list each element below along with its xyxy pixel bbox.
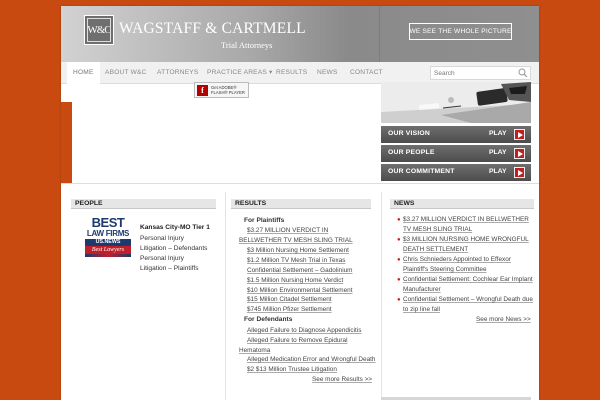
badge-best-lawyers: Best Lawyers <box>85 246 131 254</box>
best-law-firms-badge[interactable]: BEST LAW FIRMS US.NEWS Best Lawyers <box>85 215 131 269</box>
promo-our-commitment[interactable]: OUR COMMITMENT PLAY <box>381 164 531 181</box>
result-link[interactable]: Confidential Settlement – Gadolinium <box>247 266 353 276</box>
result-link[interactable]: $3 Million Nursing Home Settlement <box>247 246 349 256</box>
nav-about[interactable]: ABOUT W&C <box>105 62 147 84</box>
result-link[interactable]: Alleged Failure to Remove Epidural Hemat… <box>239 336 371 356</box>
nav-home[interactable]: HOME <box>67 62 100 84</box>
practice-item: Personal Injury Litigation – Defendants <box>140 235 208 252</box>
result-link[interactable]: $1.5 Million Nursing Home Verdict <box>247 276 343 286</box>
nav-attorneys[interactable]: ATTORNEYS <box>157 62 199 84</box>
result-link[interactable]: $745 Million Pfizer Settlement <box>247 305 332 315</box>
logo-mark[interactable]: W&C <box>84 15 114 45</box>
divider <box>61 183 539 184</box>
news-item[interactable]: ● $3.27 MILLION VERDICT IN BELLWETHER TV … <box>397 215 534 235</box>
site-header: W&C WAGSTAFF & CARTMELL Trial Attorneys … <box>61 6 539 62</box>
ranking-region: Kansas City-MO Tier 1 <box>140 224 210 231</box>
news-item-text[interactable]: Chris Schnieders Appointed to Effexor Pl… <box>403 256 511 273</box>
badge-best: BEST <box>91 215 125 230</box>
news-item[interactable]: ● Confidential Settlement: Cochlear Ear I… <box>397 275 534 295</box>
promo-play-label: PLAY <box>489 130 507 137</box>
play-icon[interactable] <box>514 129 525 140</box>
search-icon[interactable] <box>518 68 528 78</box>
badge-usnews: US.NEWS <box>85 239 131 246</box>
see-more-results-link[interactable]: See more Results >> <box>312 376 372 383</box>
news-item[interactable]: ● Chris Schnieders Appointed to Effexor P… <box>397 255 534 275</box>
result-link[interactable]: $1.2 Million TV Mesh Trial in Texas <box>247 256 346 266</box>
hero-photo <box>381 82 531 123</box>
column-divider <box>381 192 382 400</box>
header-divider <box>379 6 380 62</box>
play-icon[interactable] <box>514 167 525 178</box>
promo-our-vision[interactable]: OUR VISION PLAY <box>381 126 531 143</box>
news-item[interactable]: ● $3 MILLION NURSING HOME WRONGFUL DEATH … <box>397 235 534 255</box>
people-header: PEOPLE <box>71 199 216 209</box>
bullet-icon: ● <box>397 277 401 283</box>
news-item[interactable]: ● Confidential Settlement – Wrongful Deat… <box>397 295 534 315</box>
bullet-icon: ● <box>397 217 401 223</box>
nav-news[interactable]: NEWS <box>317 62 338 84</box>
result-link[interactable]: $3.27 MILLION VERDICT IN BELLWETHER TV M… <box>239 226 371 246</box>
promo-label: OUR VISION <box>388 130 431 137</box>
news-item-text[interactable]: $3 MILLION NURSING HOME WRONGFUL DEATH S… <box>403 236 529 253</box>
result-link[interactable]: Alleged Failure to Diagnose Appendicitis <box>247 326 361 336</box>
accent-bar <box>61 102 72 183</box>
search-input[interactable] <box>431 67 515 79</box>
see-more-news-link[interactable]: See more News >> <box>476 316 531 323</box>
main-nav: HOME ABOUT W&C ATTORNEYS PRACTICE AREAS … <box>61 62 539 84</box>
badge-stripe <box>85 254 131 257</box>
promo-our-people[interactable]: OUR PEOPLE PLAY <box>381 145 531 162</box>
result-link[interactable]: $2 $13 Million Trustee Litigation <box>247 365 337 375</box>
promo-play-label: PLAY <box>489 149 507 156</box>
firm-subtitle: Trial Attorneys <box>221 40 273 50</box>
search-box <box>430 66 531 80</box>
tagline-box: WE SEE THE WHOLE PICTURE <box>409 23 512 40</box>
badge-law-firms: LAW FIRMS <box>86 229 130 238</box>
results-header: RESULTS <box>231 199 371 209</box>
bullet-icon: ● <box>397 237 401 243</box>
desk-photo-image <box>381 82 531 123</box>
promo-play-label: PLAY <box>489 168 507 175</box>
practice-item: Personal Injury Litigation – Plaintiffs <box>140 255 199 272</box>
news-header: NEWS <box>390 199 534 209</box>
firm-name[interactable]: WAGSTAFF & CARTMELL <box>119 20 306 38</box>
news-item-text[interactable]: Confidential Settlement: Cochlear Ear Im… <box>403 276 533 293</box>
bullet-icon: ● <box>397 257 401 263</box>
play-icon[interactable] <box>514 148 525 159</box>
nav-practice-areas[interactable]: PRACTICE AREAS ▾ <box>207 62 273 84</box>
flash-icon: f <box>197 84 208 96</box>
flash-text: Get ADOBE® FLASH® PLAYER <box>211 85 245 95</box>
nav-contact[interactable]: CONTACT <box>350 62 383 84</box>
column-divider <box>225 192 226 400</box>
plaintiffs-subheading: For Plaintiffs <box>244 217 285 224</box>
result-link[interactable]: $15 Million Citadel Settlement <box>247 295 332 305</box>
page-container: W&C WAGSTAFF & CARTMELL Trial Attorneys … <box>61 6 539 400</box>
nav-results[interactable]: RESULTS <box>276 62 307 84</box>
promo-label: OUR PEOPLE <box>388 149 435 156</box>
flash-text-line2: FLASH® PLAYER <box>211 90 245 95</box>
bullet-icon: ● <box>397 297 401 303</box>
news-item-text[interactable]: Confidential Settlement – Wrongful Death… <box>403 296 533 313</box>
result-link[interactable]: Alleged Medication Error and Wrongful De… <box>247 355 375 365</box>
get-flash-player-button[interactable]: f Get ADOBE® FLASH® PLAYER <box>194 82 249 98</box>
news-item-text[interactable]: $3.27 MILLION VERDICT IN BELLWETHER TV M… <box>403 216 529 233</box>
promo-label: OUR COMMITMENT <box>388 168 455 175</box>
defendants-subheading: For Defendants <box>244 316 293 323</box>
